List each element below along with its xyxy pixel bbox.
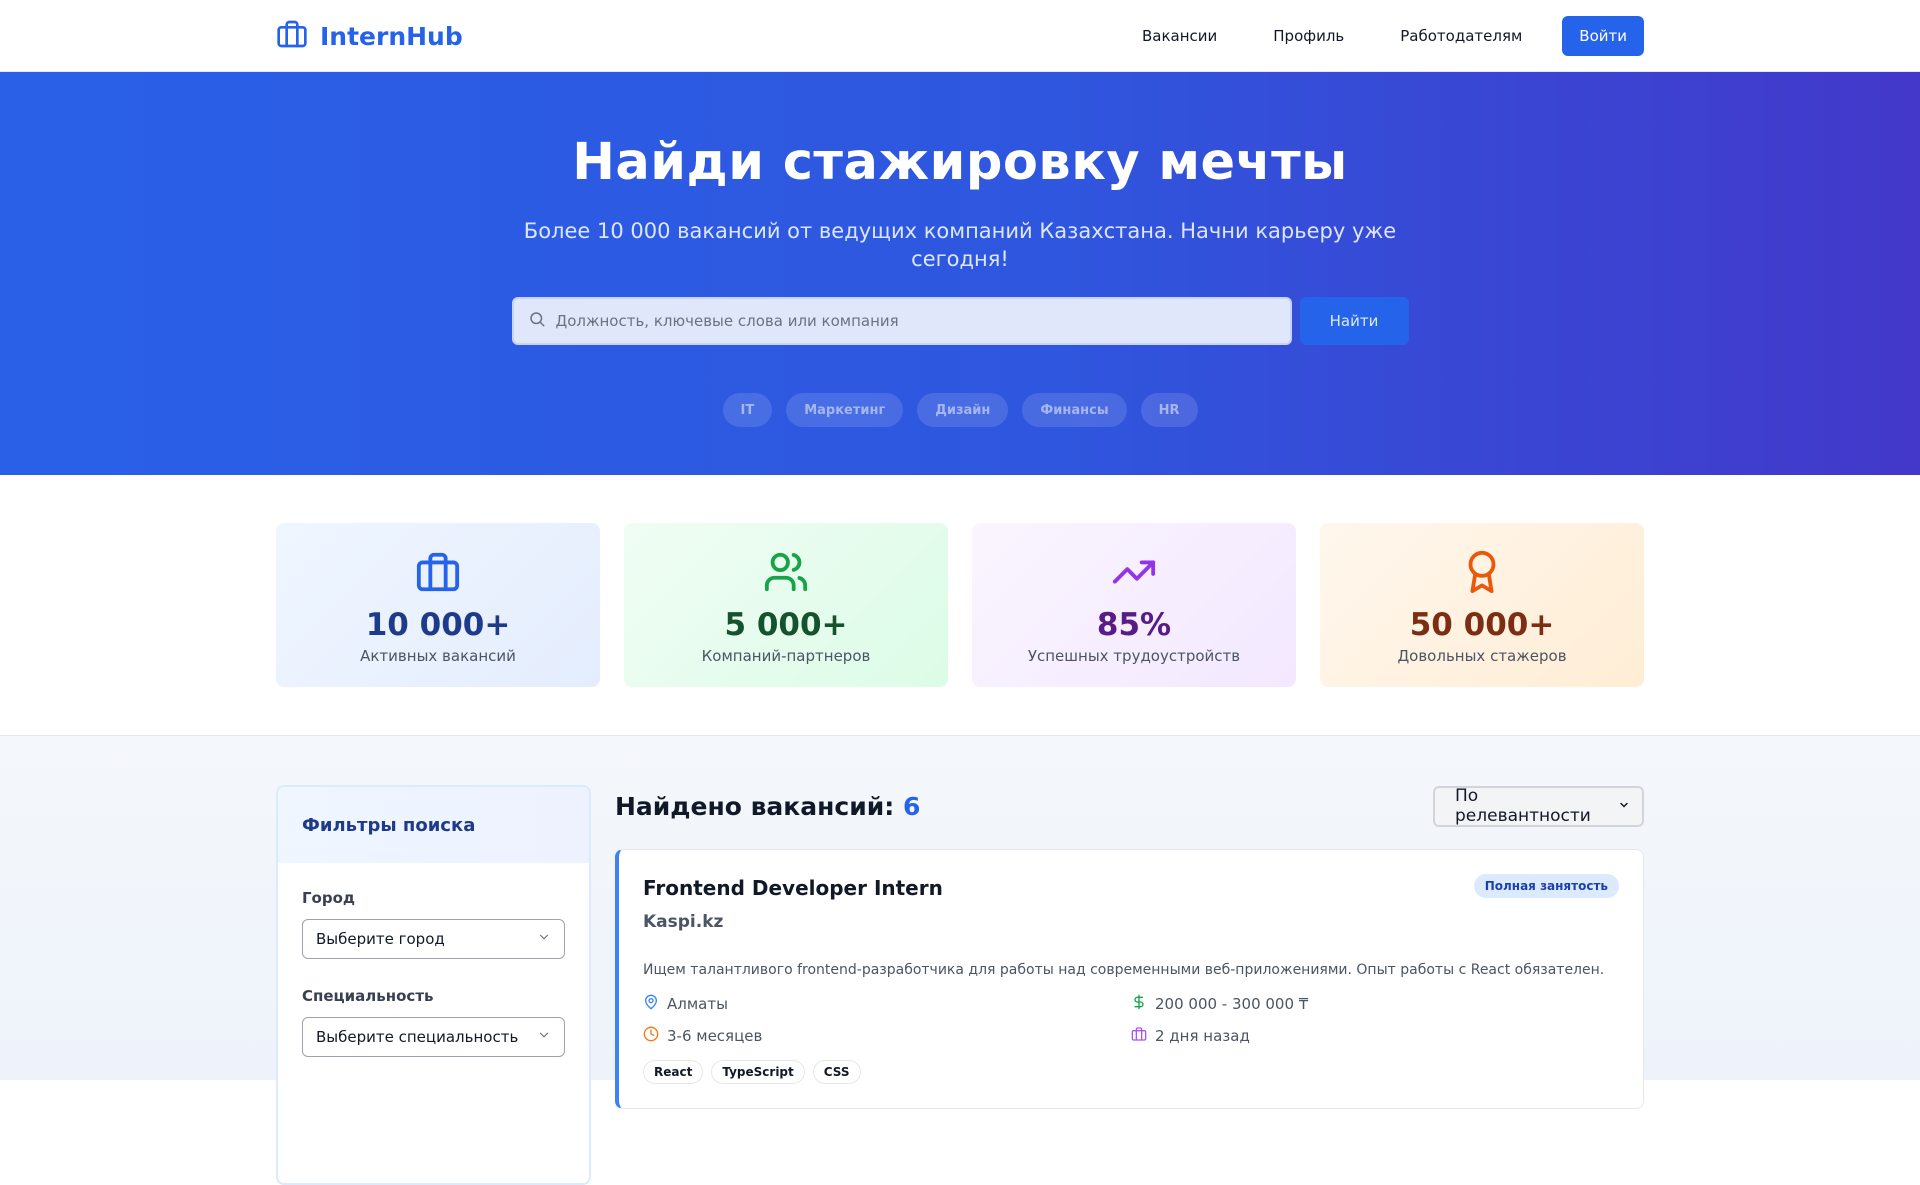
hero-section: Найди стажировку мечты Более 10 000 вака… <box>0 72 1920 475</box>
results-panel: Найдено вакансий: 6 По релевантности Fro… <box>615 785 1644 1185</box>
specialty-label: Специальность <box>302 987 434 1005</box>
job-duration: 3-6 месяцев <box>643 1026 1131 1046</box>
job-location-text: Алматы <box>667 995 728 1013</box>
main-nav: Вакансии Профиль Работодателям Войти <box>1118 16 1644 56</box>
briefcase-icon <box>276 18 308 54</box>
city-select-value: Выберите город <box>316 930 445 948</box>
job-salary-text: 200 000 - 300 000 ₸ <box>1155 995 1309 1013</box>
award-icon <box>1459 549 1505 599</box>
city-label: Город <box>302 889 356 907</box>
job-duration-text: 3-6 месяцев <box>667 1027 763 1045</box>
briefcase-icon <box>1131 1026 1147 1046</box>
stat-label: Активных вакансий <box>360 647 516 665</box>
results-title: Найдено вакансий: 6 <box>615 792 920 821</box>
trending-up-icon <box>1111 549 1157 599</box>
content-section: Фильтры поиска Город Выберите город Спец… <box>0 735 1920 1185</box>
results-count: 6 <box>902 791 921 821</box>
job-posted: 2 дня назад <box>1131 1026 1619 1046</box>
city-select[interactable]: Выберите город <box>302 919 565 959</box>
sort-select-value: По релевантности <box>1455 786 1591 826</box>
tag-css: CSS <box>812 1060 861 1084</box>
stat-card-interns: 50 000+ Довольных стажеров <box>1320 523 1644 687</box>
hero-subtitle: Более 10 000 вакансий от ведущих компани… <box>523 219 1397 272</box>
stat-label: Компаний-партнеров <box>701 647 871 665</box>
category-chips: IT Маркетинг Дизайн Финансы HR <box>0 393 1920 428</box>
chip-design[interactable]: Дизайн <box>917 393 1009 428</box>
job-title[interactable]: Frontend Developer Intern <box>643 876 943 900</box>
search-icon <box>528 310 546 332</box>
tag-react: React <box>643 1060 704 1084</box>
stat-card-companies: 5 000+ Компаний-партнеров <box>624 523 948 687</box>
dollar-icon <box>1131 994 1147 1014</box>
stat-value: 50 000+ <box>1409 607 1555 643</box>
job-posted-text: 2 дня назад <box>1155 1027 1250 1045</box>
stat-value: 5 000+ <box>724 607 848 643</box>
chip-marketing[interactable]: Маркетинг <box>786 393 904 428</box>
header: InternHub Вакансии Профиль Работодателям… <box>0 0 1920 72</box>
job-description: Ищем талантливого frontend-разработчика … <box>643 962 1605 978</box>
clock-icon <box>643 1026 659 1046</box>
stat-value: 85% <box>1096 607 1172 643</box>
filters-title: Фильтры поиска <box>278 787 589 863</box>
specialty-select-value: Выберите специальность <box>316 1028 519 1046</box>
hero-title: Найди стажировку мечты <box>572 133 1348 192</box>
results-title-text: Найдено вакансий: <box>615 791 895 821</box>
job-location: Алматы <box>643 994 1131 1014</box>
search-box[interactable] <box>511 297 1292 346</box>
job-salary: 200 000 - 300 000 ₸ <box>1131 994 1619 1014</box>
chevron-down-icon <box>537 930 551 948</box>
search-button[interactable]: Найти <box>1299 297 1409 346</box>
stat-label: Успешных трудоустройств <box>1027 647 1241 665</box>
job-meta: Алматы 200 000 - 300 000 ₸ 3-6 месяцев 2… <box>643 994 1619 1046</box>
tag-typescript: TypeScript <box>711 1060 805 1084</box>
stat-card-success: 85% Успешных трудоустройств <box>972 523 1296 687</box>
stats-section: 10 000+ Активных вакансий 5 000+ Компани… <box>276 523 1644 687</box>
nav-profile[interactable]: Профиль <box>1249 17 1368 55</box>
briefcase-icon <box>415 549 461 599</box>
filters-panel: Фильтры поиска Город Выберите город Спец… <box>276 785 591 1185</box>
employment-badge: Полная занятость <box>1473 874 1619 898</box>
job-card[interactable]: Frontend Developer Intern Kaspi.kz Полна… <box>615 849 1644 1109</box>
job-tags: React TypeScript CSS <box>643 1060 1619 1084</box>
job-company: Kaspi.kz <box>643 912 724 932</box>
chevron-down-icon <box>1618 796 1630 816</box>
search-input[interactable] <box>555 312 1276 331</box>
sort-select[interactable]: По релевантности <box>1433 785 1644 827</box>
brand-name: InternHub <box>320 21 463 51</box>
specialty-select[interactable]: Выберите специальность <box>302 1017 565 1057</box>
brand-logo[interactable]: InternHub <box>276 18 463 54</box>
chip-finance[interactable]: Финансы <box>1022 393 1127 428</box>
login-button[interactable]: Войти <box>1562 16 1644 56</box>
map-pin-icon <box>643 994 659 1014</box>
stat-card-vacancies: 10 000+ Активных вакансий <box>276 523 600 687</box>
chevron-down-icon <box>537 1028 551 1046</box>
stat-label: Довольных стажеров <box>1397 647 1567 665</box>
search-bar: Найти <box>0 297 1920 346</box>
chip-it[interactable]: IT <box>722 393 773 428</box>
users-icon <box>763 549 809 599</box>
stat-value: 10 000+ <box>365 607 511 643</box>
nav-employers[interactable]: Работодателям <box>1376 17 1546 55</box>
chip-hr[interactable]: HR <box>1140 393 1198 428</box>
nav-vacancies[interactable]: Вакансии <box>1118 17 1241 55</box>
